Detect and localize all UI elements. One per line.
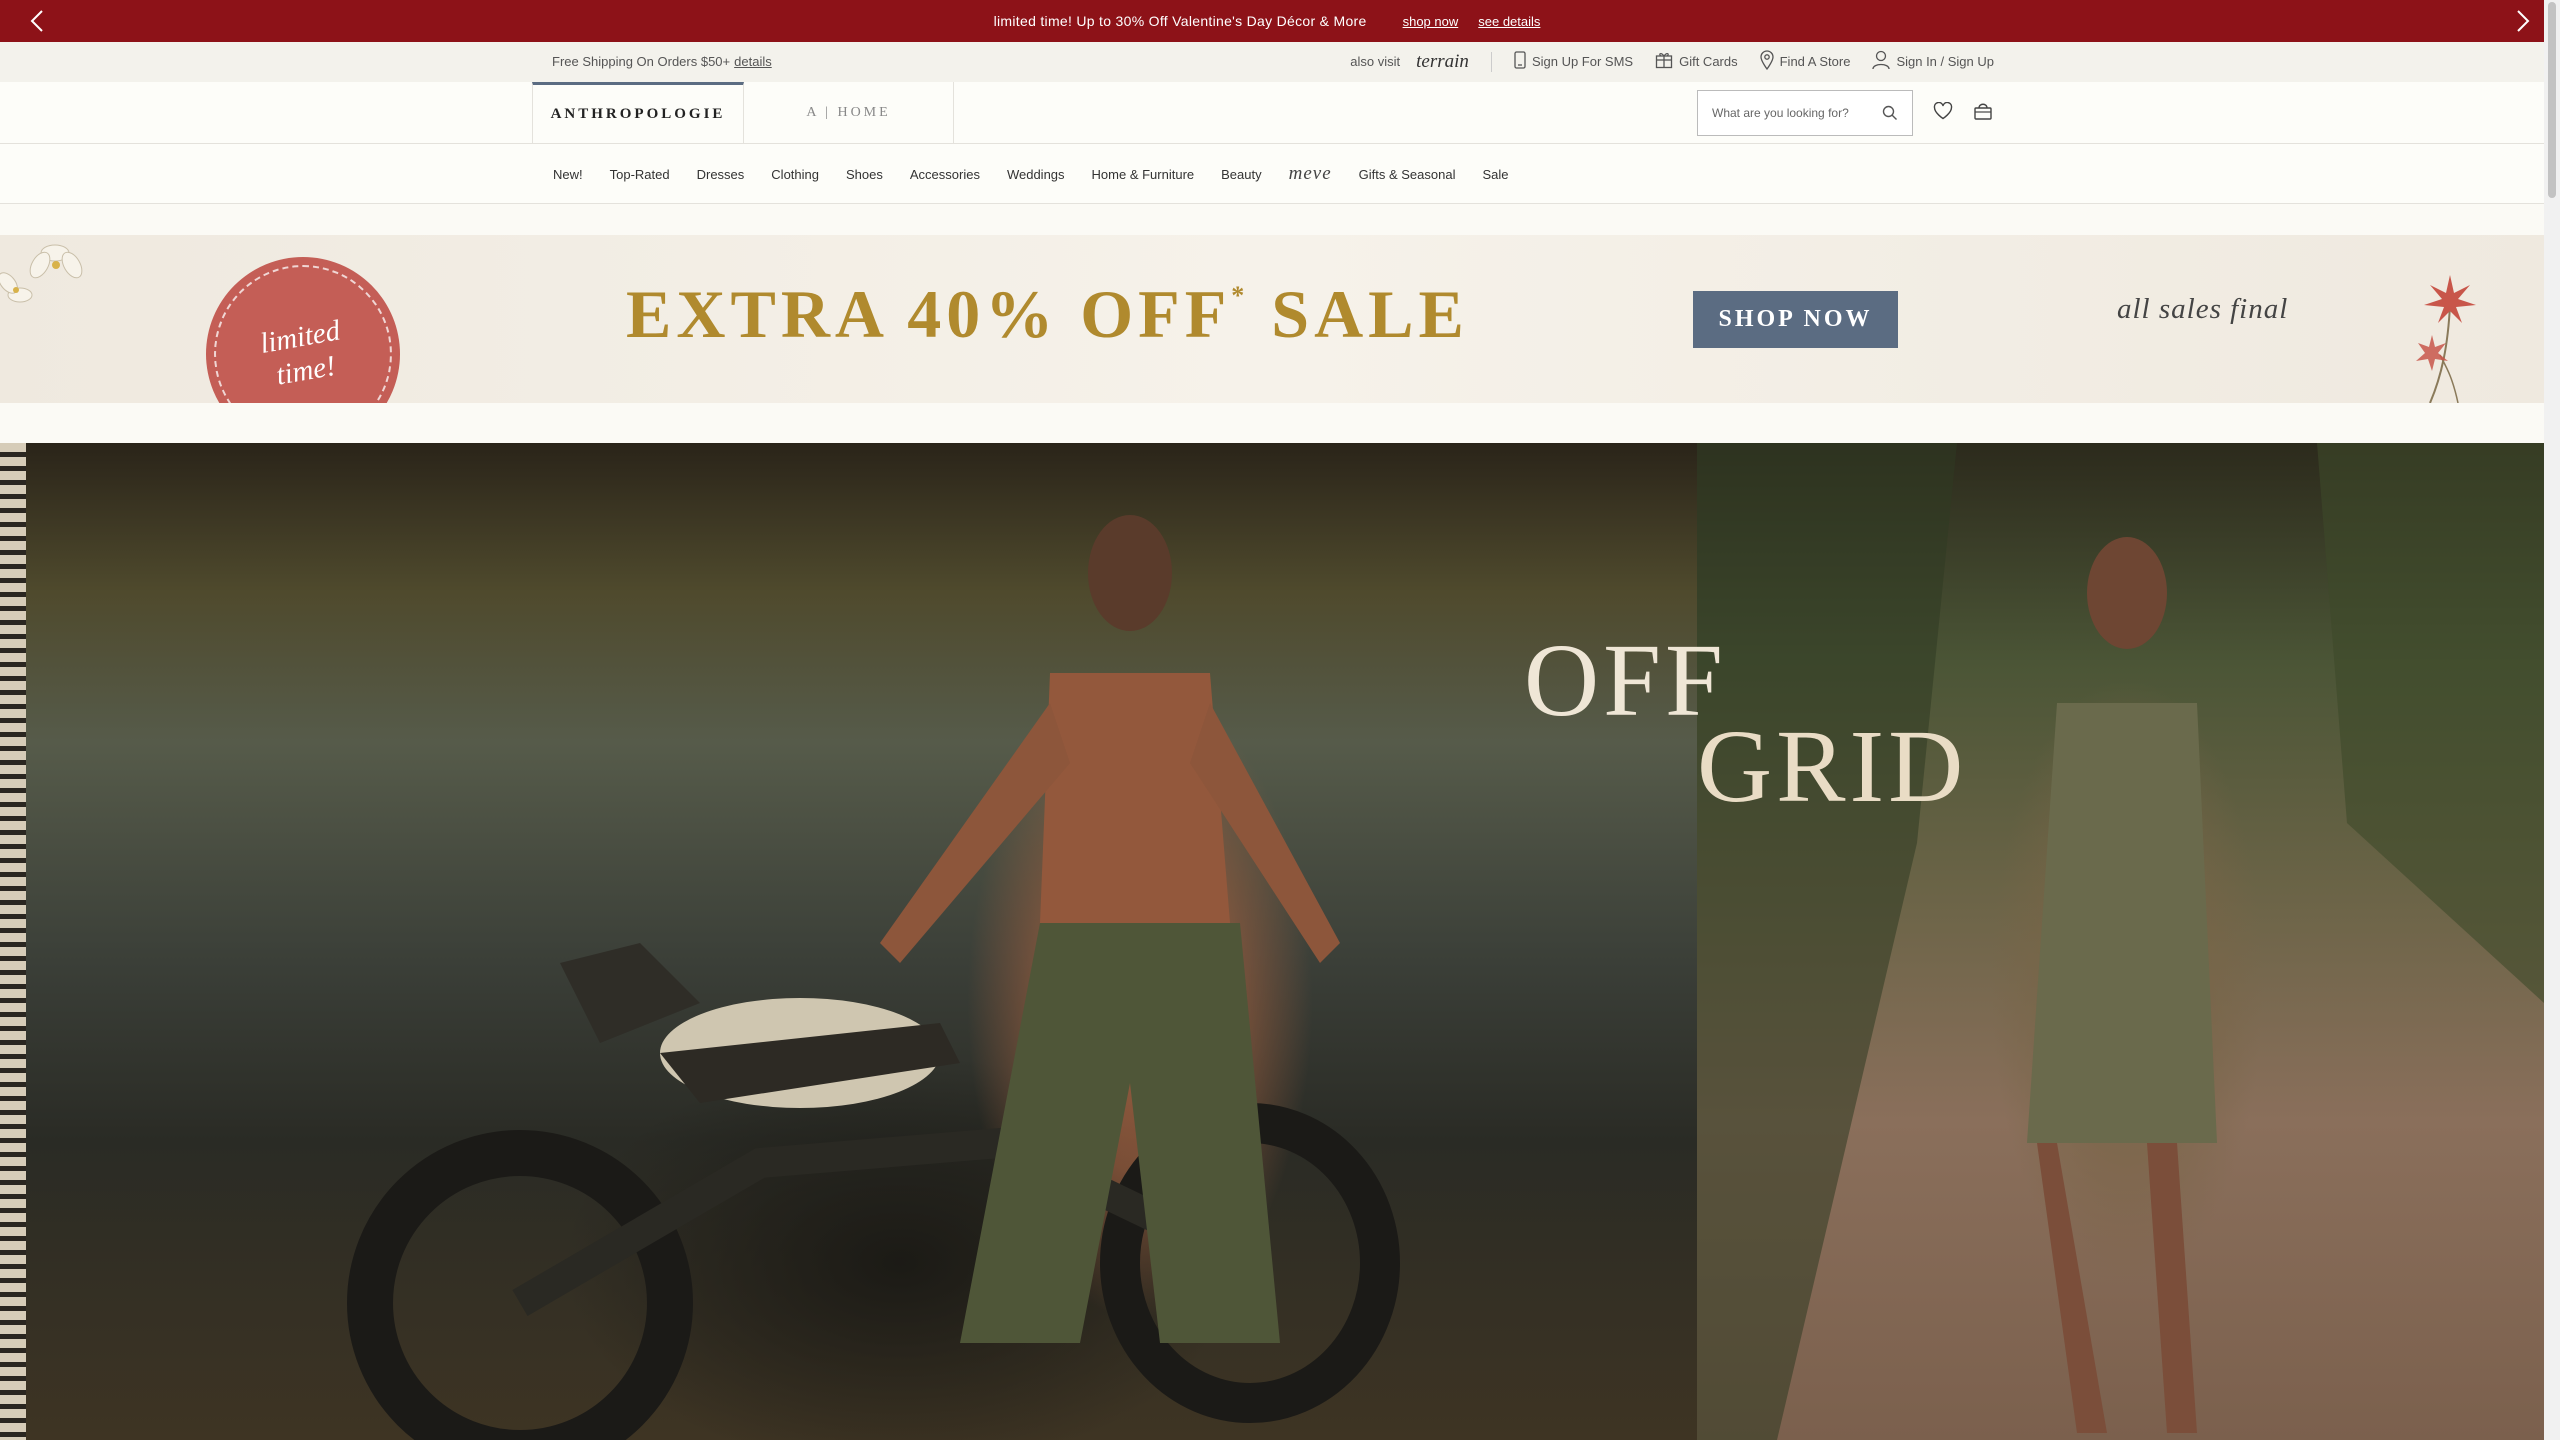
film-strip-decoration (0, 443, 26, 1440)
shipping-details-link[interactable]: details (734, 54, 772, 69)
utility-bar: Free Shipping On Orders $50+ details also… (0, 42, 2544, 82)
user-icon (1872, 50, 1891, 73)
limited-time-badge: limited time! (206, 257, 400, 403)
nav-item-new[interactable]: New! (553, 167, 583, 182)
location-pin-icon (1759, 50, 1774, 73)
sms-signup-link[interactable]: Sign Up For SMS (1514, 51, 1633, 72)
free-shipping-notice: Free Shipping On Orders $50+ details (552, 54, 772, 69)
promo-shop-now-link[interactable]: shop now (1403, 14, 1459, 29)
search-icon[interactable] (1882, 105, 1898, 121)
search-input[interactable] (1712, 106, 1872, 120)
nav-item-home-furniture[interactable]: Home & Furniture (1092, 167, 1195, 182)
nav-item-top-rated[interactable]: Top-Rated (610, 167, 670, 182)
all-sales-final-note: all sales final (2117, 293, 2289, 325)
red-flower-decoration-icon (2416, 275, 2476, 403)
gift-cards-label: Gift Cards (1679, 54, 1738, 69)
shop-now-button[interactable]: SHOP NOW (1693, 291, 1898, 348)
hero-image-walking (1697, 443, 2544, 1440)
promo-see-details-link[interactable]: see details (1478, 14, 1540, 29)
main-nav: New! Top-Rated Dresses Clothing Shoes Ac… (0, 144, 2544, 204)
hero-campaign[interactable]: OFF GRID (0, 443, 2544, 1440)
find-store-label: Find A Store (1779, 54, 1851, 69)
heart-icon[interactable] (1930, 98, 1956, 124)
shopping-bag-icon[interactable] (1970, 98, 1996, 124)
sign-in-link[interactable]: Sign In / Sign Up (1872, 50, 1994, 73)
also-visit-label: also visit (1350, 54, 1401, 69)
a-home-logo-tab[interactable]: A | HOME (744, 82, 954, 144)
sms-label: Sign Up For SMS (1531, 54, 1634, 69)
anthropologie-logo-tab[interactable]: ANTHROPOLOGIE (532, 82, 744, 144)
chevron-right-icon[interactable] (2502, 0, 2544, 42)
promo-bar: limited time! Up to 30% Off Valentine's … (0, 0, 2544, 42)
nav-item-shoes[interactable]: Shoes (846, 167, 883, 182)
flower-decoration-icon (0, 244, 83, 303)
sign-in-label: Sign In / Sign Up (1896, 54, 1994, 69)
nav-item-beauty[interactable]: Beauty (1221, 167, 1261, 182)
nav-item-accessories[interactable]: Accessories (910, 167, 980, 182)
find-store-link[interactable]: Find A Store (1759, 50, 1851, 73)
nav-item-meve-logo[interactable]: meve (1289, 163, 1332, 185)
sale-asterisk: * (1231, 281, 1250, 310)
sale-headline-text: EXTRA 40% OFF (626, 276, 1232, 352)
promo-message: limited time! Up to 30% Off Valentine's … (993, 13, 1367, 29)
sale-headline: EXTRA 40% OFF* SALE (626, 275, 1469, 354)
chevron-left-icon[interactable] (16, 0, 58, 42)
gift-cards-link[interactable]: Gift Cards (1655, 51, 1738, 72)
divider (1490, 51, 1492, 72)
scrollbar-thumb[interactable] (2548, 2, 2556, 198)
nav-item-gifts-seasonal[interactable]: Gifts & Seasonal (1359, 167, 1456, 182)
hero-image-motorcycle (0, 443, 1697, 1440)
nav-item-sale[interactable]: Sale (1482, 167, 1508, 182)
sale-banner[interactable]: limited time! EXTRA 40% OFF* SALE SHOP N… (0, 235, 2544, 403)
sale-headline-end: SALE (1271, 276, 1469, 352)
search-box[interactable] (1697, 90, 1913, 136)
nav-item-clothing[interactable]: Clothing (771, 167, 819, 182)
terrain-logo[interactable]: terrain (1416, 51, 1469, 73)
gift-icon (1655, 51, 1673, 72)
free-shipping-text: Free Shipping On Orders $50+ (552, 54, 731, 69)
nav-item-dresses[interactable]: Dresses (697, 167, 745, 182)
phone-icon (1514, 51, 1526, 72)
also-visit-terrain[interactable]: also visit terrain (1350, 51, 1469, 73)
nav-item-weddings[interactable]: Weddings (1007, 167, 1065, 182)
hero-headline-grid: GRID (1697, 709, 1968, 824)
site-header: ANTHROPOLOGIE A | HOME (0, 82, 2544, 144)
page-scrollbar[interactable] (2544, 0, 2560, 1440)
